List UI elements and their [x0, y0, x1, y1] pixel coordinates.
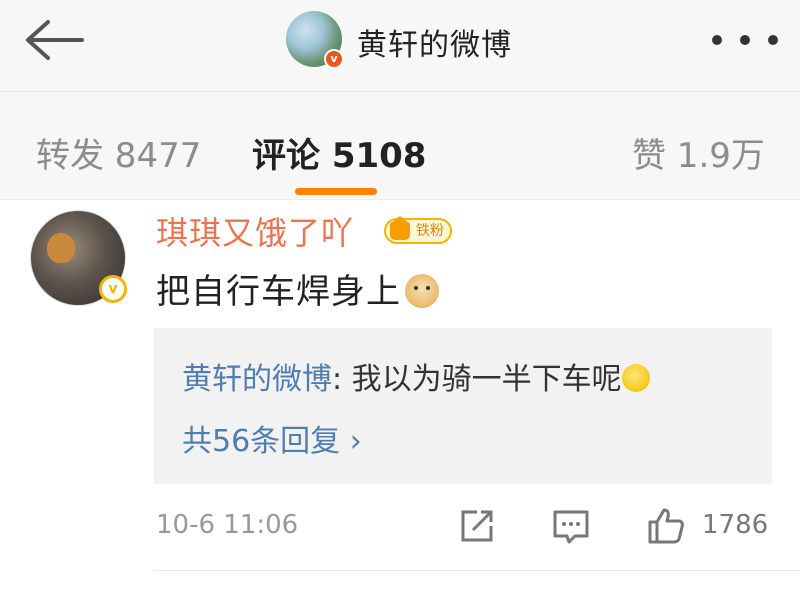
avatar[interactable]: v: [30, 210, 127, 306]
comment-user-name[interactable]: 琪琪又饿了吖: [156, 208, 354, 254]
verified-badge: v: [99, 275, 127, 303]
divider: [154, 570, 800, 571]
reply-text: 我以为骑一半下车呢: [342, 362, 622, 397]
like-button[interactable]: [646, 506, 686, 546]
comment-icon: [553, 510, 589, 544]
back-button[interactable]: [22, 18, 86, 62]
header-avatar[interactable]: v: [286, 11, 344, 69]
more-button[interactable]: [712, 28, 778, 52]
reply-count-link[interactable]: 共56条回复 ›: [182, 416, 362, 460]
active-tab-indicator: [295, 188, 377, 195]
reply-line: 黄轩的微博: 我以为骑一半下车呢: [182, 354, 650, 398]
reply-preview[interactable]: 黄轩的微博: 我以为骑一半下车呢 共56条回复 ›: [154, 328, 772, 484]
comment-text: 把自行车焊身上: [156, 264, 439, 313]
share-button[interactable]: [457, 506, 497, 546]
fan-badge-label: 铁粉: [416, 223, 444, 239]
doge-emoji-icon: [405, 274, 439, 308]
like-count: 1786: [702, 510, 769, 540]
more-dots-icon: [712, 35, 722, 45]
thumbs-up-icon: [648, 508, 684, 544]
verified-badge: v: [324, 49, 344, 69]
tab-like[interactable]: 赞 1.9万: [632, 128, 765, 177]
reply-button[interactable]: [551, 506, 591, 546]
reply-separator: :: [332, 362, 343, 397]
share-icon: [461, 510, 493, 542]
top-bar: v 黄轩的微博: [0, 0, 800, 92]
arrow-left-icon: [26, 20, 84, 60]
tab-bar: 转发 8477 评论 5108 赞 1.9万: [0, 92, 800, 200]
comment-timestamp: 10-6 11:06: [156, 510, 299, 540]
comment-item: v 琪琪又饿了吖 铁粉 把自行车焊身上 黄轩的微博: 我以为骑一半下车呢 共56…: [0, 200, 800, 571]
tab-repost[interactable]: 转发 8477: [36, 128, 201, 177]
fan-badge: 铁粉: [384, 216, 452, 244]
page-title: 黄轩的微博: [357, 28, 512, 63]
tab-comment[interactable]: 评论 5108: [252, 128, 426, 177]
thinking-emoji-icon: [621, 364, 650, 392]
crown-icon: [390, 216, 410, 240]
reply-author[interactable]: 黄轩的微博: [182, 362, 332, 397]
dog-photo: [47, 233, 75, 263]
comment-text-body: 把自行车焊身上: [156, 272, 401, 312]
